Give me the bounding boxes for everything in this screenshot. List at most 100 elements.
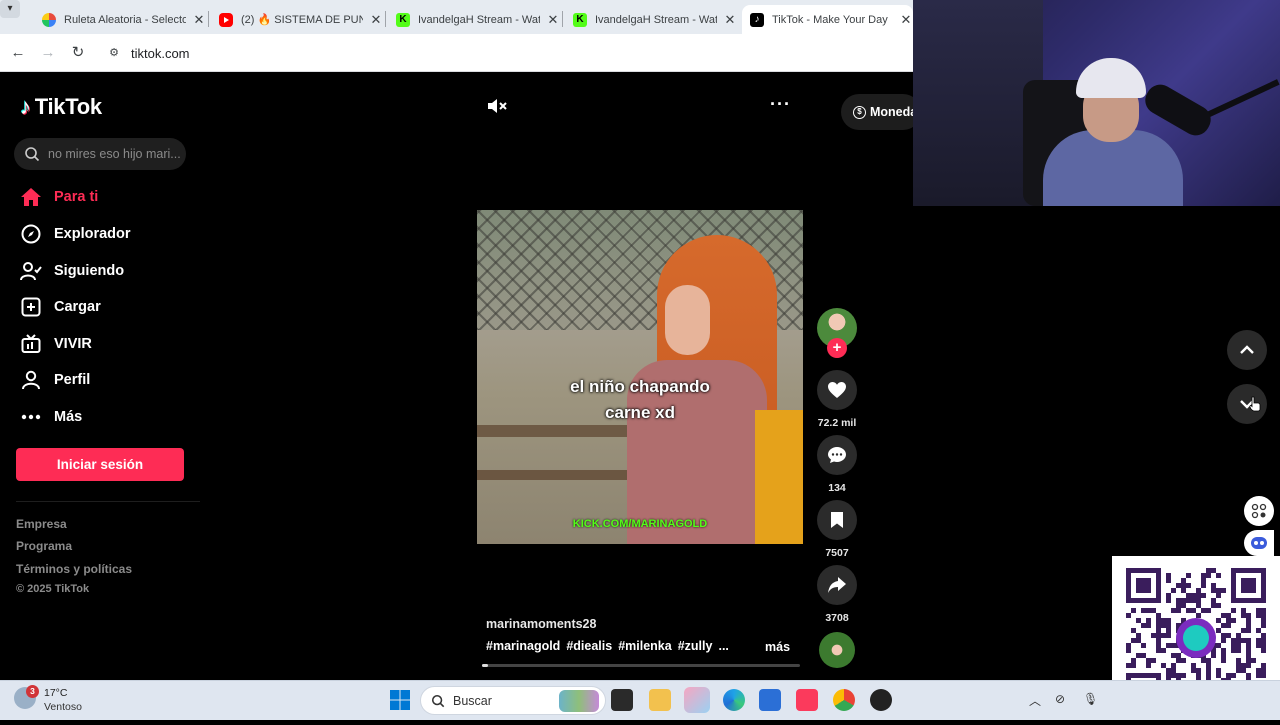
youtube-favicon-icon bbox=[219, 12, 233, 27]
obs-app-icon[interactable] bbox=[870, 689, 892, 711]
weather-icon: 3 bbox=[14, 685, 39, 709]
forward-icon[interactable]: → bbox=[38, 43, 58, 63]
address-bar-row: ← → ↻ ⚙ tiktok.com bbox=[0, 34, 913, 72]
expand-caption-link[interactable]: más bbox=[765, 640, 790, 654]
nav-item-siguiendo[interactable]: Siguiendo bbox=[20, 256, 124, 286]
search-input[interactable]: no mires eso hijo mari... bbox=[14, 138, 186, 170]
url-field[interactable]: tiktok.com bbox=[131, 46, 190, 61]
login-button[interactable]: Iniciar sesión bbox=[16, 448, 184, 481]
browser-tab[interactable]: K IvandelgaH Stream - Watch ✕ bbox=[565, 5, 737, 34]
video-player[interactable]: el niño chapando carne xd KICK.COM/MARIN… bbox=[477, 210, 803, 544]
footer-link-empresa[interactable]: Empresa bbox=[16, 517, 67, 531]
chevron-up-icon[interactable]: ︿ bbox=[1029, 692, 1041, 709]
apps-widget-icon[interactable] bbox=[1244, 496, 1274, 526]
microphone-icon[interactable]: 🎙 bbox=[1083, 692, 1098, 706]
browser-tab-active[interactable]: ♪ TikTok - Make Your Day ✕ bbox=[742, 5, 913, 34]
close-tab-icon[interactable]: ✕ bbox=[369, 12, 383, 28]
browser-tab[interactable]: Ruleta Aleatoria - Selector ✕ bbox=[34, 5, 206, 34]
nav-label: Para ti bbox=[54, 189, 99, 205]
comment-button[interactable]: 134 bbox=[817, 435, 857, 494]
kick-favicon-icon: K bbox=[396, 12, 410, 27]
tab-divider bbox=[562, 11, 563, 27]
upload-icon bbox=[20, 296, 42, 318]
heart-icon bbox=[828, 382, 846, 398]
music-app-icon[interactable] bbox=[796, 689, 818, 711]
windows-taskbar: 3 17°C Ventoso Buscar ︿ ⊘ 🎙 bbox=[0, 680, 1280, 720]
following-icon bbox=[20, 260, 42, 282]
hashtag-link[interactable]: #milenka bbox=[618, 639, 672, 653]
assistant-widget-icon[interactable] bbox=[1244, 530, 1274, 556]
task-view-icon[interactable] bbox=[611, 689, 633, 711]
weather-widget[interactable]: 3 17°C Ventoso bbox=[14, 685, 82, 713]
live-icon bbox=[20, 333, 42, 355]
close-tab-icon[interactable]: ✕ bbox=[723, 12, 737, 28]
nav-item-explorador[interactable]: Explorador bbox=[20, 219, 131, 249]
paint-app-icon[interactable] bbox=[684, 687, 710, 713]
back-icon[interactable]: ← bbox=[8, 43, 28, 63]
footer-link-terminos[interactable]: Términos y políticas bbox=[16, 562, 132, 576]
tiktok-page: ♪ TikTok no mires eso hijo mari... Para … bbox=[0, 72, 921, 680]
weather-description: Ventoso bbox=[44, 701, 82, 713]
site-info-icon[interactable]: ⚙ bbox=[106, 45, 122, 61]
tab-search-button[interactable]: ▾ bbox=[0, 0, 20, 18]
music-disc-avatar[interactable] bbox=[819, 632, 855, 668]
video-watermark: KICK.COM/MARINAGOLD bbox=[572, 518, 708, 530]
nav-label: Perfil bbox=[54, 372, 91, 388]
video-progress-bar[interactable] bbox=[482, 664, 800, 667]
browser-tab-strip: ▾ Ruleta Aleatoria - Selector ✕ (2) 🔥 SI… bbox=[0, 0, 913, 34]
tab-title: (2) 🔥 SISTEMA DE PUNTOS bbox=[241, 14, 363, 26]
home-icon bbox=[20, 186, 42, 208]
video-progress-fill bbox=[482, 664, 489, 667]
next-video-button[interactable] bbox=[1227, 384, 1267, 424]
notification-badge: 3 bbox=[26, 685, 39, 698]
tiktok-note-icon: ♪ bbox=[20, 94, 31, 119]
comment-count: 134 bbox=[828, 482, 846, 494]
share-button[interactable]: 3708 bbox=[817, 565, 857, 624]
follow-plus-icon[interactable]: + bbox=[827, 338, 847, 358]
taskbar-search-label: Buscar bbox=[453, 693, 492, 708]
taskbar-search-input[interactable]: Buscar bbox=[420, 686, 606, 715]
comment-icon bbox=[828, 447, 846, 463]
file-explorer-icon[interactable] bbox=[649, 689, 671, 711]
edge-browser-icon[interactable] bbox=[723, 689, 745, 711]
save-button[interactable]: 7507 bbox=[817, 500, 857, 559]
reload-icon[interactable]: ↻ bbox=[68, 43, 88, 63]
logo-text: TikTok bbox=[34, 94, 102, 119]
nav-item-vivir[interactable]: VIVIR bbox=[20, 329, 92, 359]
nav-item-cargar[interactable]: Cargar bbox=[20, 292, 101, 322]
hashtag-link[interactable]: #diealis bbox=[566, 639, 612, 653]
windows-start-icon[interactable] bbox=[389, 689, 411, 711]
profile-icon bbox=[20, 369, 42, 391]
coins-button[interactable]: $ Moneda bbox=[841, 94, 921, 130]
tab-title: IvandelgaH Stream - Watch bbox=[418, 13, 540, 26]
network-icon[interactable]: ⊘ bbox=[1055, 692, 1065, 706]
browser-tab[interactable]: (2) 🔥 SISTEMA DE PUNTOS ✕ bbox=[211, 5, 383, 34]
share-icon bbox=[828, 577, 846, 593]
nav-item-mas[interactable]: Más bbox=[20, 402, 82, 432]
chrome-browser-icon[interactable] bbox=[833, 689, 855, 711]
hashtag-link[interactable]: #zully bbox=[678, 639, 713, 653]
close-tab-icon[interactable]: ✕ bbox=[899, 12, 913, 28]
webcam-overlay bbox=[913, 0, 1280, 206]
mouse-cursor-icon bbox=[1249, 396, 1261, 412]
sidebar-divider bbox=[16, 501, 200, 502]
browser-tab[interactable]: K IvandelgaH Stream - Watch ✕ bbox=[388, 5, 560, 34]
like-button[interactable]: 72.2 mil bbox=[817, 370, 857, 429]
previous-video-button[interactable] bbox=[1227, 330, 1267, 370]
nav-label: Explorador bbox=[54, 226, 131, 242]
more-options-icon[interactable]: ··· bbox=[770, 94, 791, 115]
nav-label: Más bbox=[54, 409, 83, 425]
tab-title: IvandelgaH Stream - Watch bbox=[595, 13, 717, 26]
tiktok-logo[interactable]: ♪ TikTok bbox=[20, 94, 102, 120]
nav-item-para-ti[interactable]: Para ti bbox=[20, 182, 98, 212]
nav-item-perfil[interactable]: Perfil bbox=[20, 365, 90, 395]
post-username[interactable]: marinamoments28 bbox=[486, 617, 596, 631]
kick-favicon-icon: K bbox=[573, 12, 587, 27]
microsoft-store-icon[interactable] bbox=[759, 689, 781, 711]
footer-link-programa[interactable]: Programa bbox=[16, 539, 72, 553]
webcam-microphone bbox=[1140, 79, 1216, 141]
hashtag-link[interactable]: #marinagold bbox=[486, 639, 560, 653]
mute-icon[interactable] bbox=[486, 96, 508, 116]
close-tab-icon[interactable]: ✕ bbox=[546, 12, 560, 28]
close-tab-icon[interactable]: ✕ bbox=[192, 12, 206, 28]
